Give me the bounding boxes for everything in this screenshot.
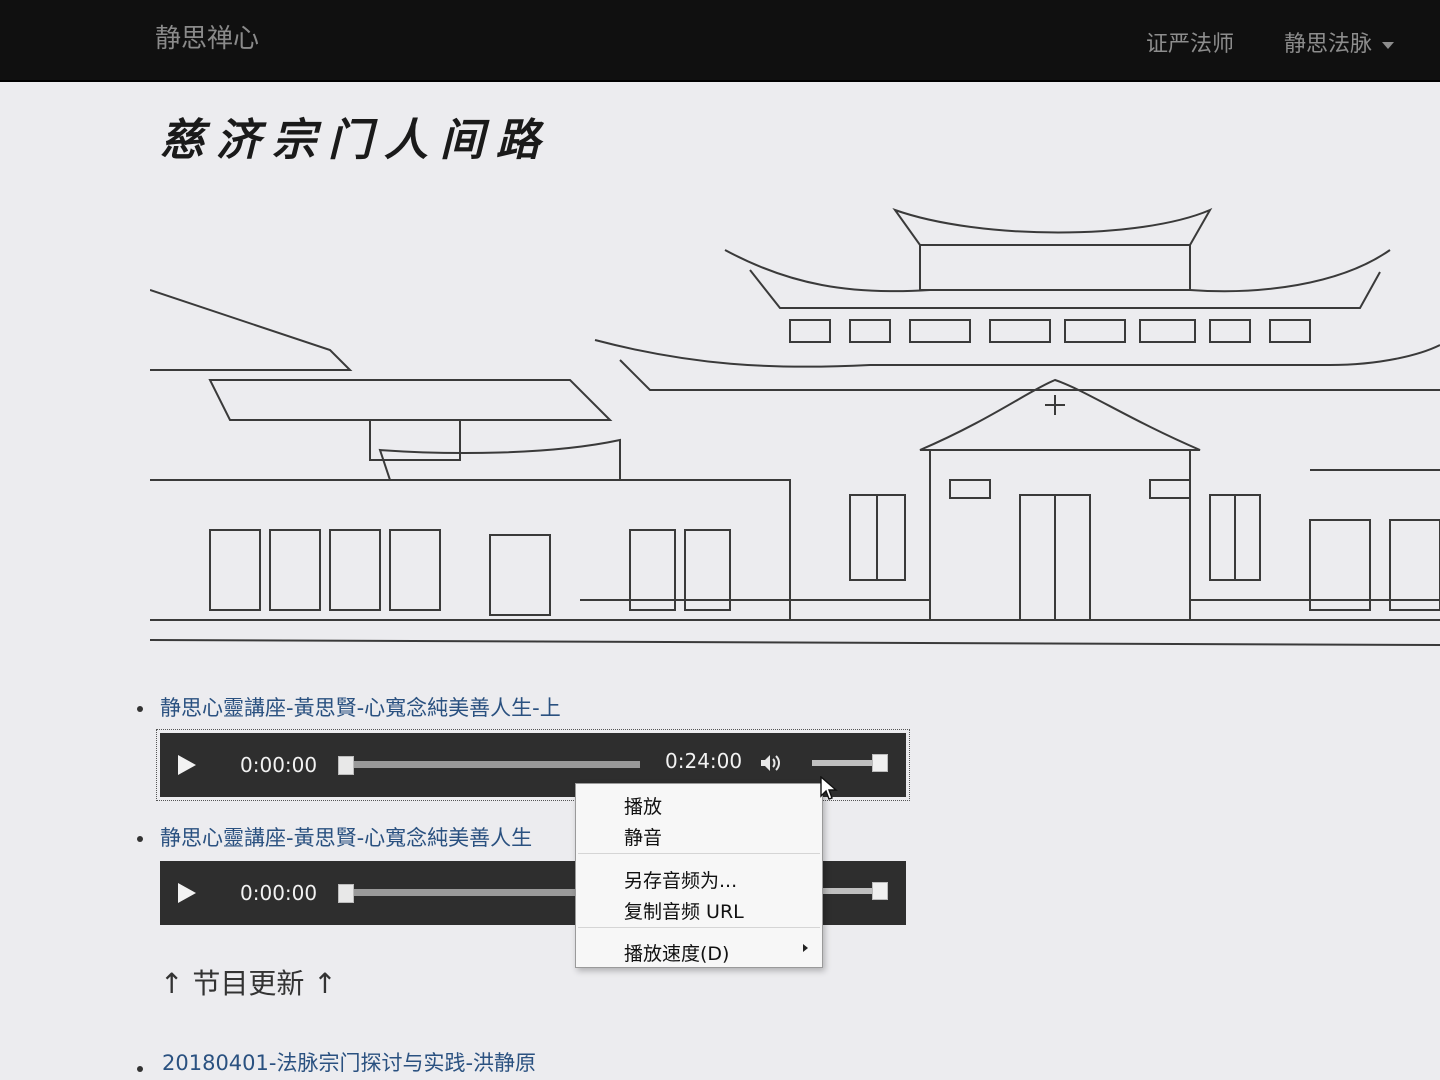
nav-link-master[interactable]: 证严法师	[1146, 26, 1234, 58]
menu-item-save-audio[interactable]: 另存音频为...	[624, 866, 737, 893]
current-time: 0:00:00	[240, 753, 318, 777]
mouse-cursor-icon	[820, 776, 838, 800]
seek-handle[interactable]	[338, 756, 354, 775]
menu-item-mute[interactable]: 静音	[624, 823, 662, 850]
volume-handle[interactable]	[872, 754, 888, 772]
volume-icon[interactable]	[758, 751, 782, 775]
nav-dropdown-label: 静思法脉	[1284, 32, 1373, 57]
menu-item-play[interactable]: 播放	[624, 792, 662, 819]
play-icon[interactable]	[178, 883, 196, 903]
menu-separator	[578, 927, 820, 928]
volume-slider[interactable]	[812, 754, 888, 772]
menu-separator	[578, 853, 820, 854]
track-title-1[interactable]: 静思心靈講座-黃思賢-心寬念純美善人生-上	[160, 692, 561, 722]
menu-item-copy-url[interactable]: 复制音频 URL	[624, 897, 744, 924]
caret-down-icon	[1382, 41, 1395, 49]
temple-banner-image	[150, 207, 1440, 646]
page-title: 慈济宗门人间路	[160, 115, 552, 166]
menu-item-playback-speed[interactable]: 播放速度(D)	[624, 939, 729, 966]
play-icon[interactable]	[178, 755, 196, 775]
program-item-1[interactable]: 20180401-法脉宗门探讨与实践-洪静原	[162, 1047, 536, 1077]
duration: 0:24:00	[665, 749, 743, 773]
top-navbar: 静思禅心 证严法师 静思法脉	[0, 0, 1440, 82]
list-bullet	[137, 1066, 143, 1072]
submenu-arrow-icon	[803, 944, 808, 952]
list-bullet	[137, 706, 143, 712]
section-heading-updates: ↑ 节目更新 ↑	[160, 967, 337, 1000]
track-title-2[interactable]: 静思心靈講座-黃思賢-心寬念純美善人生	[160, 822, 532, 852]
nav-dropdown-lineage[interactable]: 静思法脉	[1284, 26, 1395, 58]
brand-link[interactable]: 静思禅心	[155, 18, 259, 55]
seek-handle[interactable]	[338, 884, 354, 903]
current-time: 0:00:00	[240, 881, 318, 905]
audio-context-menu: 播放 静音 另存音频为... 复制音频 URL 播放速度(D)	[575, 783, 823, 968]
seek-bar[interactable]	[338, 756, 640, 775]
list-bullet	[137, 836, 143, 842]
volume-handle[interactable]	[872, 882, 888, 900]
